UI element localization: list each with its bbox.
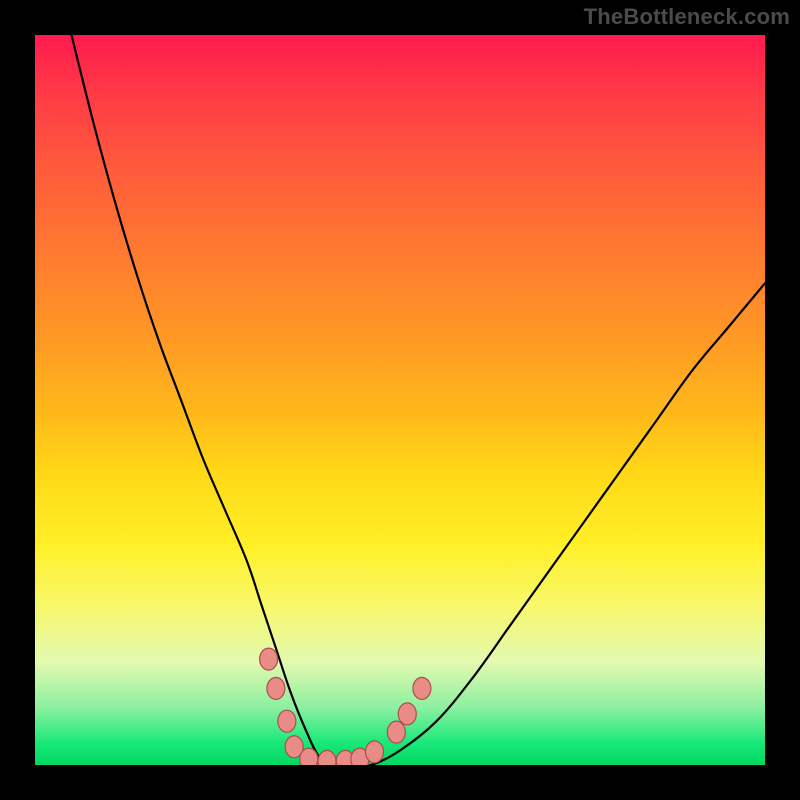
data-marker <box>267 677 285 699</box>
data-marker <box>278 710 296 732</box>
plot-area <box>35 35 765 765</box>
data-marker <box>318 750 336 765</box>
curve-svg <box>35 35 765 765</box>
data-marker <box>300 748 318 765</box>
data-marker <box>413 677 431 699</box>
chart-frame: TheBottleneck.com <box>0 0 800 800</box>
data-marker <box>398 703 416 725</box>
data-marker <box>365 741 383 763</box>
watermark-label: TheBottleneck.com <box>584 4 790 30</box>
bottleneck-curve-path <box>72 35 766 765</box>
data-marker <box>387 721 405 743</box>
data-marker <box>260 648 278 670</box>
